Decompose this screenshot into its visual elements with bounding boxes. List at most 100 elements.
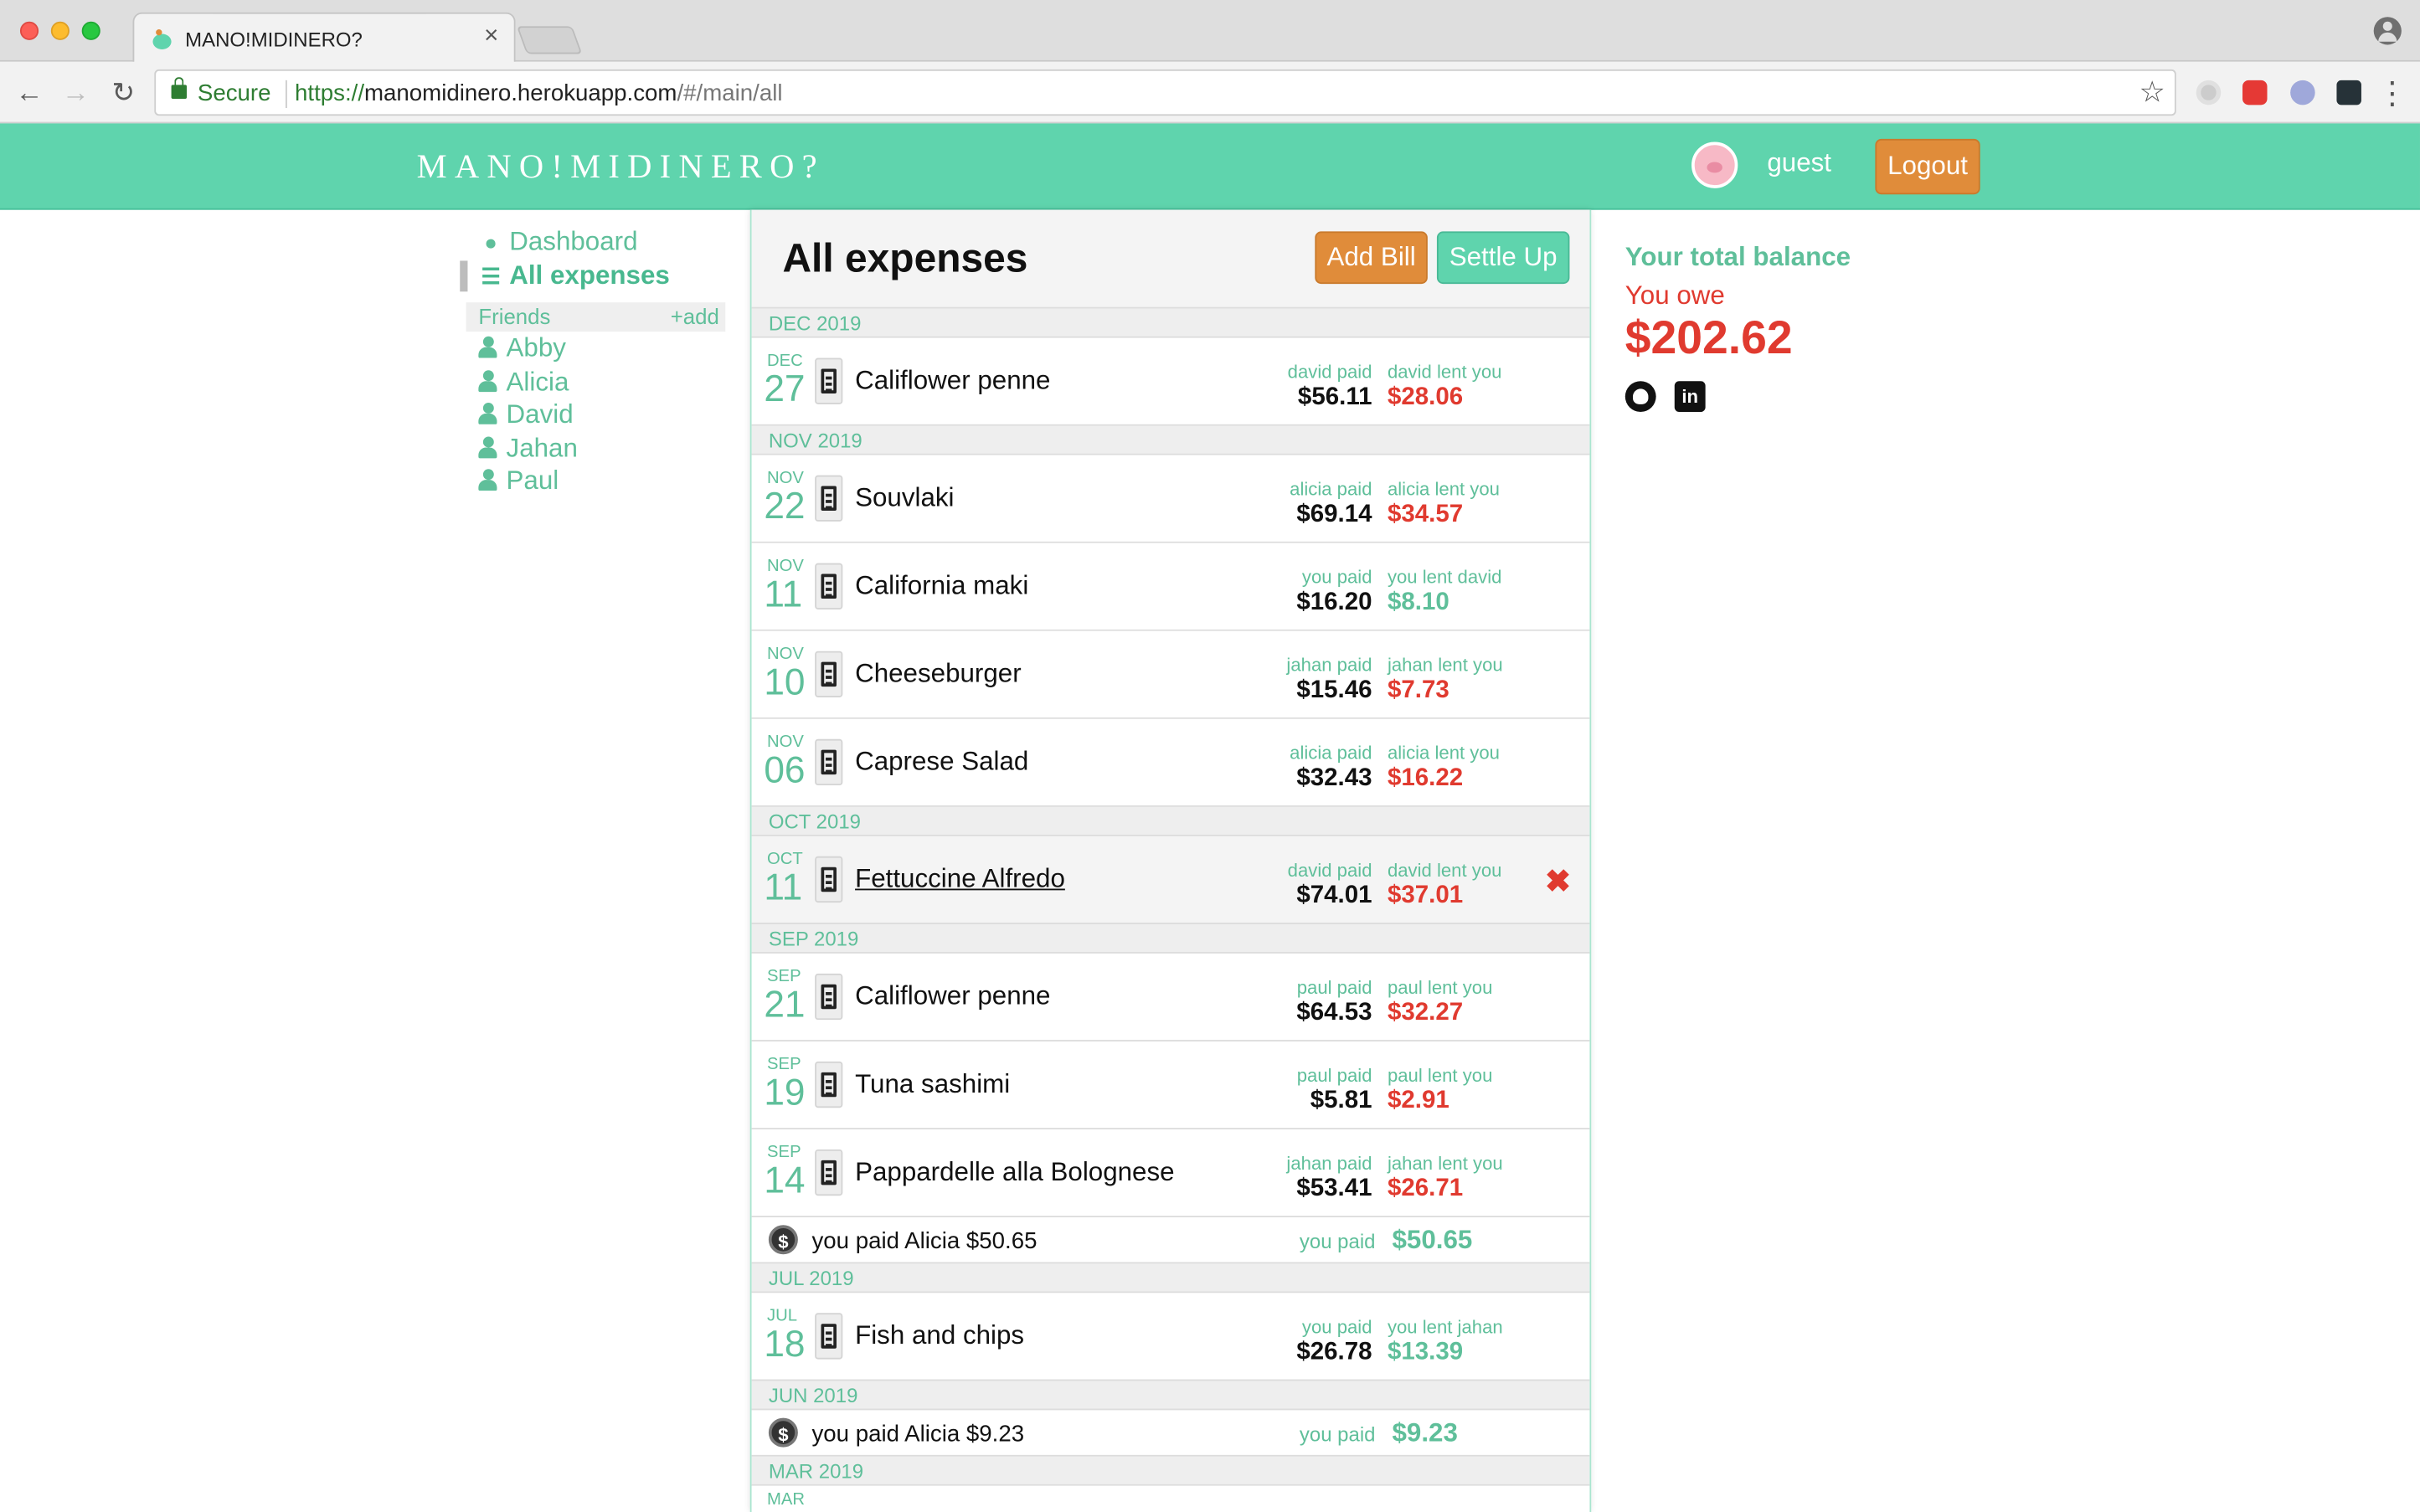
expense-description[interactable]: Tuna sashimi xyxy=(855,1069,1010,1100)
friend-name: David xyxy=(506,399,574,429)
add-friend-button[interactable]: +add xyxy=(671,302,719,332)
expense-day: 06 xyxy=(764,749,806,792)
address-divider xyxy=(285,80,287,109)
url-text[interactable]: https://manomidinero.herokuapp.com/#/mai… xyxy=(295,80,782,106)
expense-description[interactable]: Fettuccine Alfredo xyxy=(855,864,1065,895)
paid-label: paul paid xyxy=(1296,976,1372,999)
sidebar-item-label: Dashboard xyxy=(509,226,638,256)
sidebar: ● Dashboard ☰ All expenses Friends +add Ab… xyxy=(460,225,726,498)
extension-youtube-icon[interactable] xyxy=(2242,80,2268,105)
maximize-window-button[interactable] xyxy=(81,21,100,40)
paid-amount: $69.14 xyxy=(1296,501,1372,528)
new-tab-button[interactable] xyxy=(516,26,583,54)
expense-row[interactable]: MAR xyxy=(751,1485,1590,1512)
expense-row[interactable]: SEP 14 Pappardelle alla Bolognese jahan pai… xyxy=(751,1129,1590,1218)
balance-status: You owe xyxy=(1624,280,1725,311)
receipt-icon xyxy=(815,973,843,1021)
expense-description[interactable]: California maki xyxy=(855,571,1028,602)
payment-row[interactable]: $ you paid Alicia $50.65 you paid $50.65 xyxy=(751,1217,1590,1264)
lent-amount: $2.91 xyxy=(1387,1088,1449,1114)
lent-label: alicia lent you xyxy=(1387,478,1500,501)
close-window-button[interactable] xyxy=(19,21,39,40)
sidebar-item-label: All expenses xyxy=(509,260,670,291)
paid-amount: $53.41 xyxy=(1296,1175,1372,1202)
sidebar-item-friend-alicia[interactable]: Alicia xyxy=(460,365,725,399)
sidebar-item-dashboard[interactable]: ● Dashboard xyxy=(460,225,725,260)
browser-menu-icon[interactable]: ⋮ xyxy=(2376,74,2407,112)
person-icon xyxy=(478,436,497,458)
list-icon: ☰ xyxy=(481,264,501,289)
sidebar-item-friend-abby[interactable]: Abby xyxy=(460,332,725,365)
expense-row[interactable]: NOV 06 Caprese Salad alicia paid $32.43 alici… xyxy=(751,718,1590,807)
expense-description[interactable]: Caprese Salad xyxy=(855,747,1028,778)
expense-description[interactable]: Cheeseburger xyxy=(855,659,1022,690)
lent-label: paul lent you xyxy=(1387,976,1493,999)
minimize-window-button[interactable] xyxy=(50,21,70,40)
month-header: SEP 2019 xyxy=(751,923,1590,954)
expense-description[interactable]: Califlower penne xyxy=(855,366,1050,397)
expense-description[interactable]: Califlower penne xyxy=(855,981,1050,1012)
paid-amount: $64.53 xyxy=(1296,1000,1372,1026)
extension-glasses-icon[interactable] xyxy=(2290,80,2315,105)
lent-amount: $26.71 xyxy=(1387,1175,1464,1202)
expense-row[interactable]: SEP 21 Califlower penne paul paid $64.53 paul… xyxy=(751,953,1590,1041)
extension-circle-icon[interactable] xyxy=(2196,80,2222,105)
add-bill-button[interactable]: Add Bill xyxy=(1315,231,1428,285)
reload-icon[interactable]: ↻ xyxy=(106,75,141,110)
friends-header: Friends +add xyxy=(466,302,726,332)
bookmark-star-icon[interactable]: ☆ xyxy=(2139,75,2165,111)
expense-month: OCT xyxy=(767,850,803,869)
brand-logo[interactable]: MANO!MIDINERO? xyxy=(417,147,825,187)
logout-button[interactable]: Logout xyxy=(1875,138,1980,195)
tab-close-icon[interactable]: × xyxy=(484,23,498,51)
friend-name: Abby xyxy=(506,333,566,363)
browser-tab[interactable]: MANO!MIDINERO? × xyxy=(132,12,516,64)
browser-tabstrip: MANO!MIDINERO? × xyxy=(0,0,2420,64)
expense-day: 22 xyxy=(764,486,806,528)
sidebar-item-friend-david[interactable]: David xyxy=(460,399,725,432)
payment-row[interactable]: $ you paid Alicia $9.23 you paid $9.23 xyxy=(751,1410,1590,1457)
linkedin-icon[interactable]: in xyxy=(1674,381,1706,413)
settle-up-button[interactable]: Settle Up xyxy=(1436,231,1570,285)
person-icon xyxy=(478,336,497,358)
expense-description[interactable]: Fish and chips xyxy=(855,1321,1024,1352)
url-path: /#/main/all xyxy=(677,80,783,107)
expense-row[interactable]: NOV 11 California maki you paid $16.20 you le… xyxy=(751,543,1590,631)
avatar xyxy=(1691,141,1738,188)
expense-row[interactable]: SEP 19 Tuna sashimi paul paid $5.81 paul lent… xyxy=(751,1041,1590,1130)
expense-description[interactable]: Souvlaki xyxy=(855,483,954,514)
person-icon xyxy=(478,469,497,491)
sidebar-item-friend-paul[interactable]: Paul xyxy=(460,465,725,498)
lent-label: alicia lent you xyxy=(1387,742,1500,764)
browser-toolbar: ← → ↻ Secure https://manomidinero.heroku… xyxy=(0,61,2420,124)
extension-react-icon[interactable] xyxy=(2336,80,2361,105)
expense-month: NOV xyxy=(767,557,804,576)
paid-amount: $26.78 xyxy=(1296,1339,1372,1365)
receipt-icon xyxy=(815,1061,843,1108)
expense-description[interactable]: Pappardelle alla Bolognese xyxy=(855,1157,1175,1188)
address-bar[interactable]: Secure https://manomidinero.herokuapp.co… xyxy=(154,69,2176,116)
lent-label: david lent you xyxy=(1387,859,1502,882)
lent-amount: $16.22 xyxy=(1387,765,1464,792)
profile-icon[interactable] xyxy=(2373,17,2402,45)
receipt-icon xyxy=(815,1313,843,1360)
expense-row[interactable]: DEC 27 Califlower penne david paid $56.11 dav… xyxy=(751,337,1590,426)
expense-row[interactable]: JUL 18 Fish and chips you paid $26.78 you len… xyxy=(751,1293,1590,1381)
delete-icon[interactable]: ✖ xyxy=(1545,862,1571,901)
expense-row[interactable]: OCT 11 Fettuccine Alfredo david paid $74.01 d… xyxy=(751,836,1590,924)
lent-amount: $13.39 xyxy=(1387,1339,1464,1365)
sidebar-item-all-expenses[interactable]: ☰ All expenses xyxy=(460,260,725,294)
back-icon[interactable]: ← xyxy=(13,75,47,110)
expense-day: 11 xyxy=(764,573,803,616)
lent-amount: $34.57 xyxy=(1387,501,1464,528)
username: guest xyxy=(1767,147,1832,177)
expense-row[interactable]: NOV 10 Cheeseburger jahan paid $15.46 jahan l… xyxy=(751,630,1590,719)
app-header: MANO!MIDINERO? guest Logout xyxy=(0,123,2420,210)
forward-icon[interactable]: → xyxy=(59,75,93,110)
sidebar-item-friend-jahan[interactable]: Jahan xyxy=(460,432,725,465)
receipt-icon xyxy=(815,651,843,697)
month-header: MAR 2019 xyxy=(751,1456,1590,1486)
expense-row[interactable]: NOV 22 Souvlaki alicia paid $69.14 alicia len… xyxy=(751,455,1590,543)
expense-day: 19 xyxy=(764,1072,806,1114)
github-icon[interactable] xyxy=(1624,381,1656,413)
